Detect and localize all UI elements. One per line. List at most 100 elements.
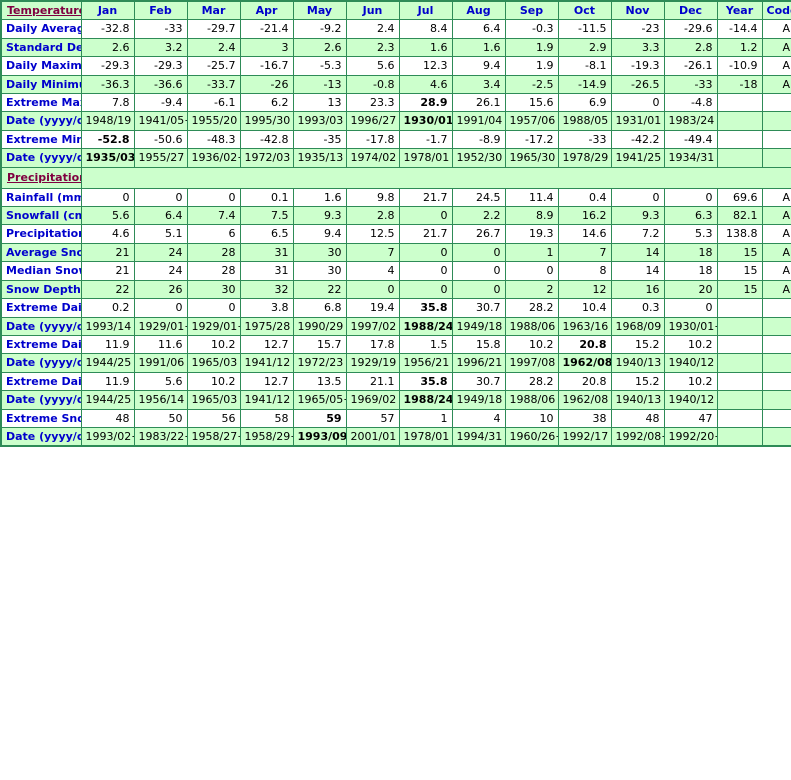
cell-value: -35 <box>292 129 347 150</box>
cell-code: A <box>761 242 791 263</box>
cell-value: 1968/09 <box>610 316 665 336</box>
cell-value: 1940/12 <box>663 353 718 373</box>
table-row: Snowfall (cm)5.66.47.47.59.32.802.28.916… <box>0 206 791 226</box>
cell-value: 6.9 <box>557 93 612 113</box>
cell-value: 2.4 <box>345 19 400 39</box>
cell-value: 138.8 <box>716 224 763 244</box>
cell-value: 24 <box>133 242 188 263</box>
cell-code <box>761 148 791 168</box>
row-label: Extreme Minimum (°C) <box>0 129 82 150</box>
cell-code <box>761 298 791 318</box>
cell-value: 1993/09 <box>292 426 347 447</box>
column-header-oct: Oct <box>557 0 612 21</box>
cell-value: 24 <box>133 261 188 281</box>
cell-value: -11.5 <box>557 19 612 39</box>
cell-value: -32.8 <box>80 19 135 39</box>
row-label: Snowfall (cm) <box>0 206 82 226</box>
cell-value: 14 <box>610 261 665 281</box>
cell-value: 1965/03 <box>186 353 241 373</box>
cell-value: 59 <box>292 408 347 428</box>
cell-value: 30 <box>292 261 347 281</box>
cell-value: 4.6 <box>398 74 453 95</box>
cell-value: 1.9 <box>504 37 559 58</box>
cell-value: 7.2 <box>610 224 665 244</box>
cell-value: 1949/18 <box>451 390 506 410</box>
cell-value: 9.8 <box>345 187 400 208</box>
cell-value: -14.4 <box>716 19 763 39</box>
cell-value: 3.3 <box>610 37 665 58</box>
cell-value: 6.3 <box>663 206 718 226</box>
table-row: Daily Maximum (°C)-29.3-29.3-25.7-16.7-5… <box>0 56 791 76</box>
table-row: Date (yyyy/dd)1993/141929/01+1929/01+197… <box>0 316 791 336</box>
cell-value: -4.8 <box>663 93 718 113</box>
cell-value: 1.6 <box>451 37 506 58</box>
cell-value: 1992/20+ <box>663 426 718 447</box>
cell-value: 0 <box>80 187 135 208</box>
cell-value: 1983/22+ <box>133 426 188 447</box>
cell-value: 8 <box>557 261 612 281</box>
cell-value: 2.4 <box>186 37 241 58</box>
cell-value: 10.4 <box>557 298 612 318</box>
cell-value: 35.8 <box>398 298 453 318</box>
column-header-sep: Sep <box>504 0 559 21</box>
cell-value: 1956/21 <box>398 353 453 373</box>
row-label: Extreme Daily Rainfall (mm) <box>0 298 82 318</box>
cell-value: 10 <box>504 408 559 428</box>
cell-value: -50.6 <box>133 129 188 150</box>
cell-value: -17.8 <box>345 129 400 150</box>
cell-value: 12.7 <box>239 371 294 392</box>
cell-value: 1988/24 <box>398 390 453 410</box>
cell-value: -29.6 <box>663 19 718 39</box>
row-label: Extreme Maximum (°C) <box>0 93 82 113</box>
cell-value: 10.2 <box>504 334 559 355</box>
cell-value: 1962/08 <box>557 390 612 410</box>
cell-value: 1940/13 <box>610 353 665 373</box>
cell-value: 1936/02+ <box>186 148 241 168</box>
cell-value: 1978/01 <box>398 426 453 447</box>
cell-value: 1955/27 <box>133 148 188 168</box>
cell-value: 15 <box>716 261 763 281</box>
cell-value: 5.3 <box>663 224 718 244</box>
cell-value: 28.2 <box>504 298 559 318</box>
column-header-mar: Mar <box>186 0 241 21</box>
cell-value: 21.7 <box>398 187 453 208</box>
cell-value <box>716 408 763 428</box>
cell-value: 9.3 <box>292 206 347 226</box>
cell-value: -23 <box>610 19 665 39</box>
cell-value: 0.1 <box>239 187 294 208</box>
cell-value: 2.6 <box>80 37 135 58</box>
column-header-jul: Jul <box>398 0 453 21</box>
cell-code: A <box>761 19 791 39</box>
cell-code: A <box>761 261 791 281</box>
cell-value: 47 <box>663 408 718 428</box>
cell-code <box>761 93 791 113</box>
cell-value: 1978/29 <box>557 148 612 168</box>
section-header-precipitation: Precipitation: <box>0 166 82 189</box>
cell-value: 1958/29+ <box>239 426 294 447</box>
cell-code <box>761 371 791 392</box>
cell-value: 30 <box>292 242 347 263</box>
cell-value: 1994/31 <box>451 426 506 447</box>
cell-value: 23.3 <box>345 93 400 113</box>
cell-code <box>761 316 791 336</box>
cell-value: 69.6 <box>716 187 763 208</box>
cell-value: 2.3 <box>345 37 400 58</box>
cell-value: 0 <box>186 298 241 318</box>
table-row: Average Snow Depth (cm)21242831307001714… <box>0 242 791 263</box>
cell-value: 26.7 <box>451 224 506 244</box>
cell-value: 16.2 <box>557 206 612 226</box>
cell-value: 7 <box>557 242 612 263</box>
cell-value: 1931/01 <box>610 111 665 131</box>
cell-value: 1960/26+ <box>504 426 559 447</box>
cell-value: 1997/02 <box>345 316 400 336</box>
cell-code <box>761 353 791 373</box>
cell-value: -26.1 <box>663 56 718 76</box>
cell-value: -0.8 <box>345 74 400 95</box>
cell-value: -14.9 <box>557 74 612 95</box>
cell-value: 0 <box>610 187 665 208</box>
cell-value: 3 <box>239 37 294 58</box>
cell-code <box>761 408 791 428</box>
table-row: Date (yyyy/dd)1935/031955/271936/02+1972… <box>0 148 791 168</box>
cell-value <box>716 371 763 392</box>
cell-value: 32 <box>239 279 294 300</box>
